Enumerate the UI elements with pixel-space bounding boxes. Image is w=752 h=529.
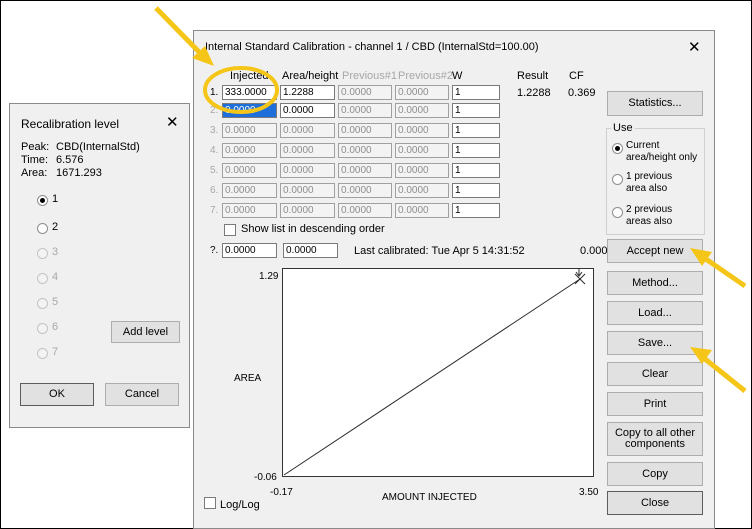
highlight-ellipse: [203, 66, 279, 114]
annotation-arrow-icon: [154, 6, 214, 66]
annotation-arrow-icon: [690, 347, 747, 393]
annotation-arrow-icon: [690, 248, 747, 289]
annotation-layer: [154, 6, 747, 393]
